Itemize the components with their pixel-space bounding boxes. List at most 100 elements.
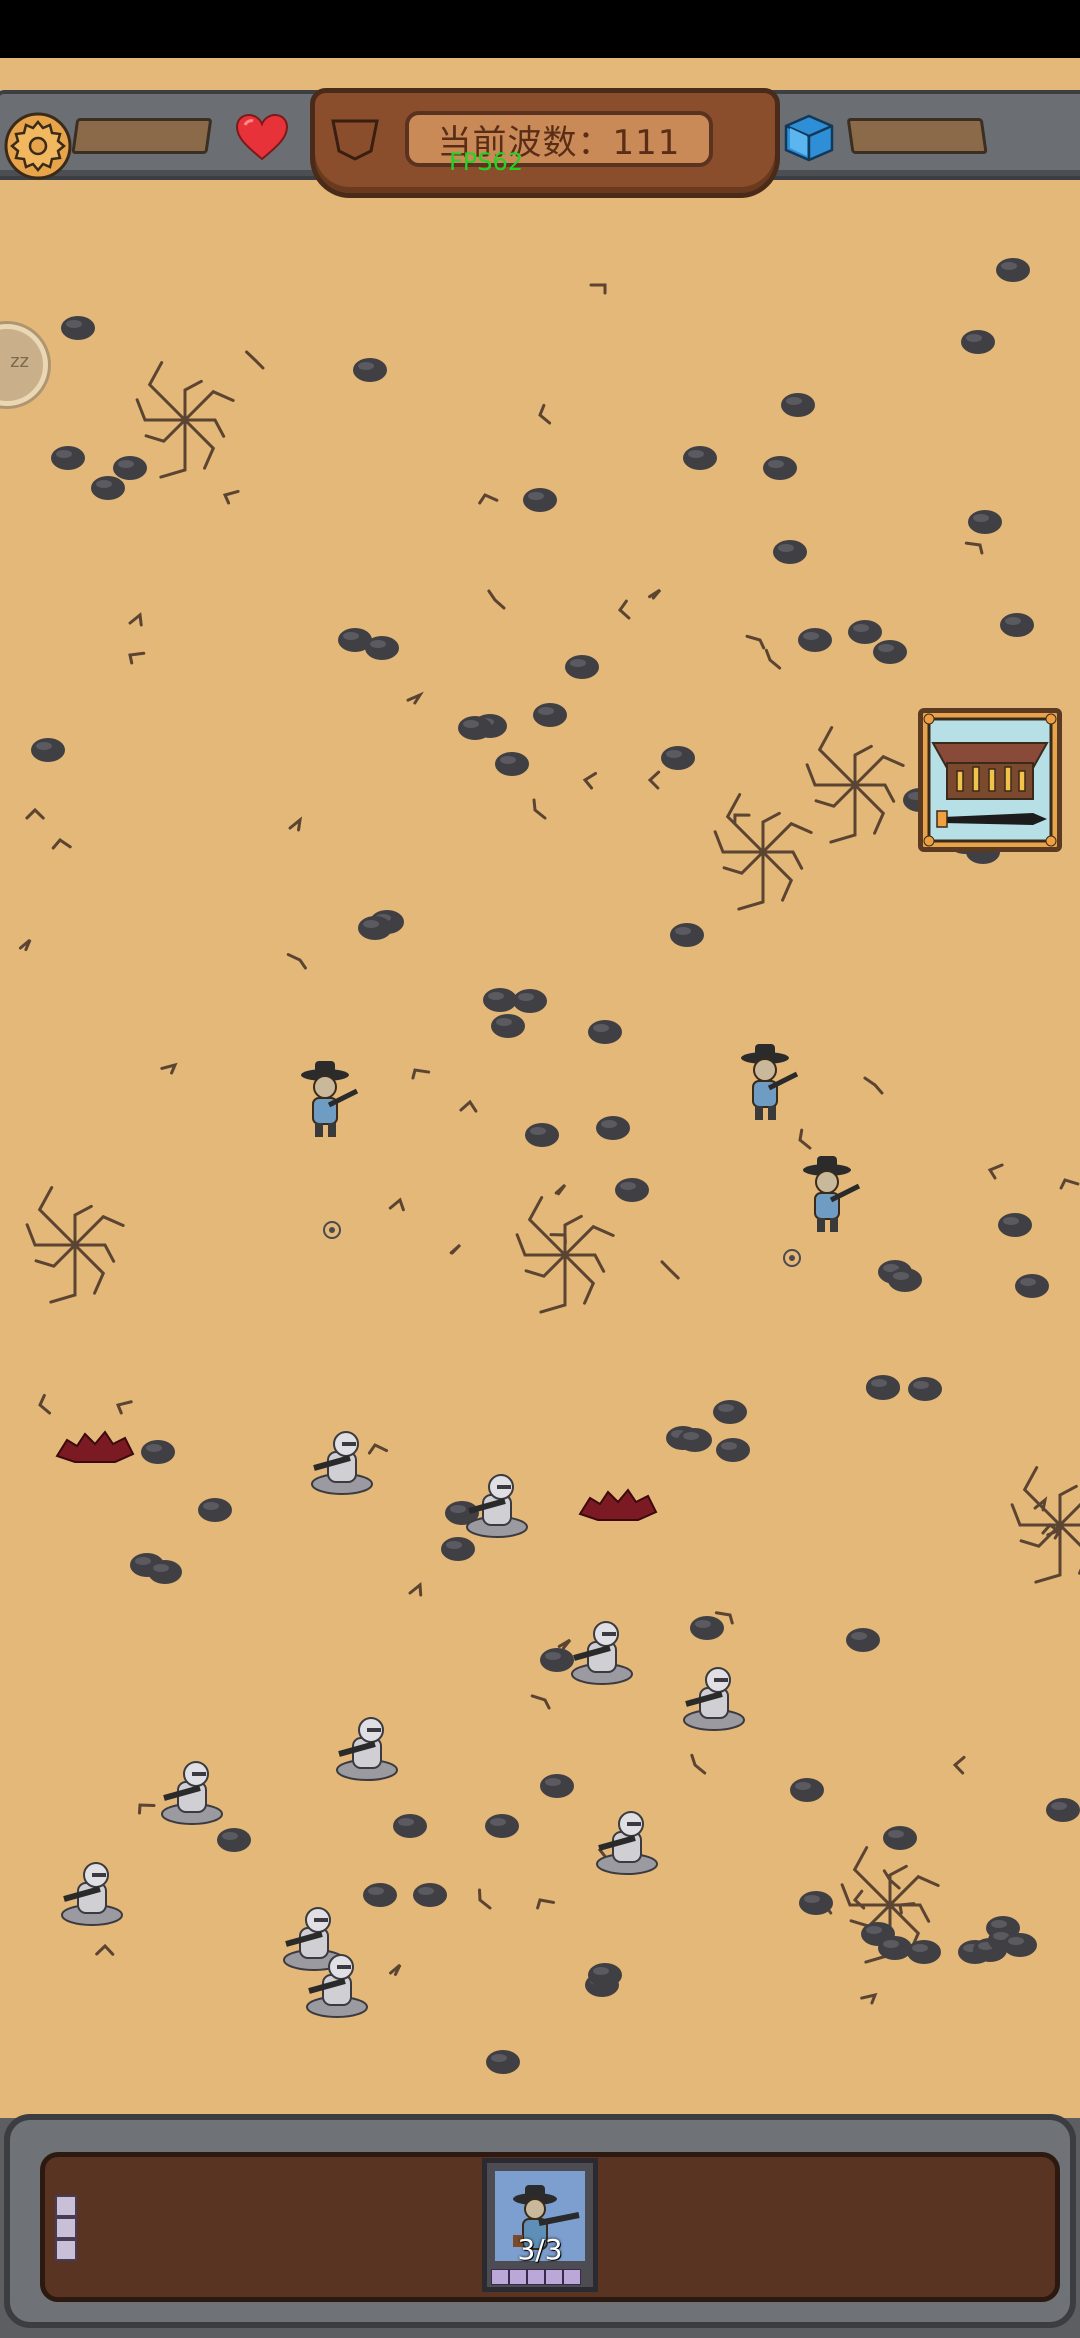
ground-crack <box>554 1183 567 1196</box>
ground-crack <box>618 599 631 620</box>
rock <box>540 1774 574 1798</box>
ground-crack <box>137 1803 156 1815</box>
ground-crack <box>764 648 782 670</box>
fps-counter: FPS62 <box>449 148 524 176</box>
crack-web <box>713 793 813 911</box>
ground-crack <box>589 283 607 295</box>
armored-enemy <box>336 1717 398 1781</box>
rock <box>670 923 704 947</box>
ground-crack <box>18 938 32 952</box>
ground-crack <box>987 1163 1004 1180</box>
rock <box>848 620 882 644</box>
tray-mini-icon[interactable] <box>55 2239 77 2261</box>
tray-mini-icon[interactable] <box>55 2217 77 2239</box>
treasure-chest-icon <box>923 713 1057 847</box>
rock <box>113 456 147 480</box>
ground-crack <box>411 1068 431 1080</box>
heart-icon <box>235 113 289 161</box>
rock <box>763 456 797 480</box>
hud-right-slot <box>846 118 988 154</box>
rock <box>483 988 517 1012</box>
rock <box>883 1826 917 1850</box>
ground-crack <box>478 1888 492 1910</box>
ground-crack <box>487 589 506 610</box>
ground-crack <box>733 813 751 825</box>
crack-web <box>1010 1466 1080 1584</box>
ground-crack <box>128 651 146 665</box>
rock <box>690 1616 724 1640</box>
crack-web <box>515 1196 615 1314</box>
ground-crack <box>160 1062 178 1075</box>
rock <box>540 1648 574 1672</box>
rock <box>485 1814 519 1838</box>
ground-crack <box>690 1753 707 1775</box>
target-marker <box>783 1249 801 1267</box>
rock <box>525 1123 559 1147</box>
ground-crack <box>288 816 303 832</box>
shield-icon <box>331 119 379 161</box>
ground-crack <box>95 1943 115 1956</box>
top-hud: 当前波数：111 <box>0 88 1080 198</box>
rock <box>996 258 1030 282</box>
ground-crack <box>222 489 240 505</box>
ground-crack <box>449 1243 462 1255</box>
rock <box>533 703 567 727</box>
wave-panel: 当前波数：111 <box>310 88 780 198</box>
armored-enemy <box>61 1862 123 1926</box>
unit-tag <box>527 2269 545 2285</box>
red-crawler <box>578 1488 658 1521</box>
game-field[interactable] <box>0 58 1080 2118</box>
ground-crack <box>860 1992 878 2005</box>
crack-web <box>805 726 905 844</box>
rock <box>781 393 815 417</box>
rock <box>1003 1933 1037 1957</box>
rock <box>873 640 907 664</box>
ally-group <box>301 1044 861 1232</box>
ground-crack <box>459 1099 478 1113</box>
ground-crack <box>647 770 661 790</box>
treasure-card[interactable] <box>918 708 1062 852</box>
rock <box>683 446 717 470</box>
cowboy-gunner <box>301 1061 359 1137</box>
rock <box>393 1814 427 1838</box>
armored-enemy <box>596 1811 658 1875</box>
hud-left-slot <box>71 118 213 154</box>
cowboy-gunner <box>741 1044 799 1120</box>
ground-crack <box>532 798 547 820</box>
rock <box>365 636 399 660</box>
rock <box>441 1537 475 1561</box>
cube-icon <box>784 114 834 162</box>
rock <box>661 746 695 770</box>
ground-crack <box>408 1582 423 1597</box>
rock <box>713 1400 747 1424</box>
rock <box>61 316 95 340</box>
ground-crack <box>128 612 143 627</box>
rock <box>588 1963 622 1987</box>
rock <box>798 628 832 652</box>
armored-enemy <box>683 1667 745 1731</box>
target-marker <box>323 1221 341 1239</box>
armored-enemy <box>311 1431 373 1495</box>
rock <box>1015 1274 1049 1298</box>
armored-enemy <box>161 1761 223 1825</box>
ground-crack <box>648 588 662 600</box>
cowboy-gunner <box>803 1156 861 1232</box>
gear-icon[interactable] <box>2 110 74 182</box>
rock <box>878 1936 912 1960</box>
rock <box>458 716 492 740</box>
unit-card[interactable]: 3/3 <box>482 2158 598 2292</box>
ground-crack <box>286 953 307 970</box>
rock <box>716 1438 750 1462</box>
rock <box>678 1428 712 1452</box>
unit-count: 3/3 <box>517 2233 563 2266</box>
ground-crack <box>863 1076 884 1095</box>
ground-crack <box>389 1963 402 1976</box>
rock <box>790 1778 824 1802</box>
tray-mini-icon[interactable] <box>55 2195 77 2217</box>
crack-web <box>135 361 235 479</box>
status-bar <box>0 0 1080 58</box>
rock <box>799 1891 833 1915</box>
rock <box>908 1377 942 1401</box>
ground-crack <box>538 403 552 425</box>
rock <box>363 1883 397 1907</box>
